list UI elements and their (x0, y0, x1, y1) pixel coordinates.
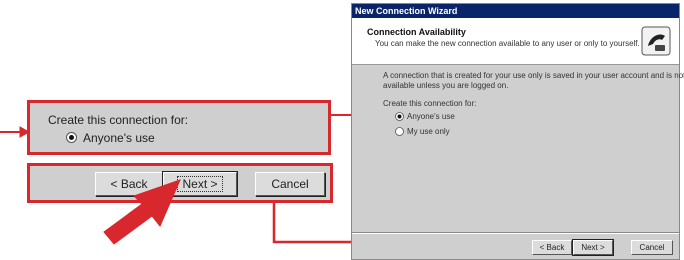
wizard-header: Connection Availability You can make the… (352, 18, 679, 65)
description-line-2: available unless you are logged on. (383, 81, 509, 90)
callout-cancel-button[interactable]: Cancel (255, 172, 325, 196)
radio-selected-icon[interactable] (66, 132, 77, 143)
radio-my-use-only[interactable]: My use only (394, 126, 514, 137)
new-connection-wizard-dialog: New Connection Wizard Connection Availab… (351, 3, 684, 260)
next-button[interactable]: Next > (572, 239, 614, 256)
header-subtitle: You can make the new connection availabl… (375, 39, 640, 48)
radio-my-use-only-label: My use only (407, 127, 450, 136)
footer-separator (352, 232, 679, 234)
callout-group-label: Create this connection for: (48, 113, 189, 127)
description-line-1: A connection that is created for your us… (383, 71, 684, 80)
radio-anyones-use[interactable]: Anyone's use (394, 111, 514, 122)
window-title: New Connection Wizard (352, 4, 679, 18)
pointer-arrow-icon (103, 179, 181, 245)
arrow-into-callout-icon (0, 126, 30, 138)
radio-unchecked-icon[interactable] (395, 127, 404, 136)
group-label: Create this connection for: (383, 99, 477, 108)
cancel-button[interactable]: Cancel (631, 240, 673, 255)
radio-checked-icon[interactable] (395, 112, 404, 121)
wizard-phone-icon (641, 26, 671, 56)
back-button[interactable]: < Back (532, 240, 572, 255)
callout-radio-highlight: Create this connection for: Anyone's use (27, 100, 331, 155)
radio-anyones-use-label: Anyone's use (407, 112, 455, 121)
header-title: Connection Availability (367, 27, 466, 37)
callout-radio-label: Anyone's use (83, 131, 155, 145)
